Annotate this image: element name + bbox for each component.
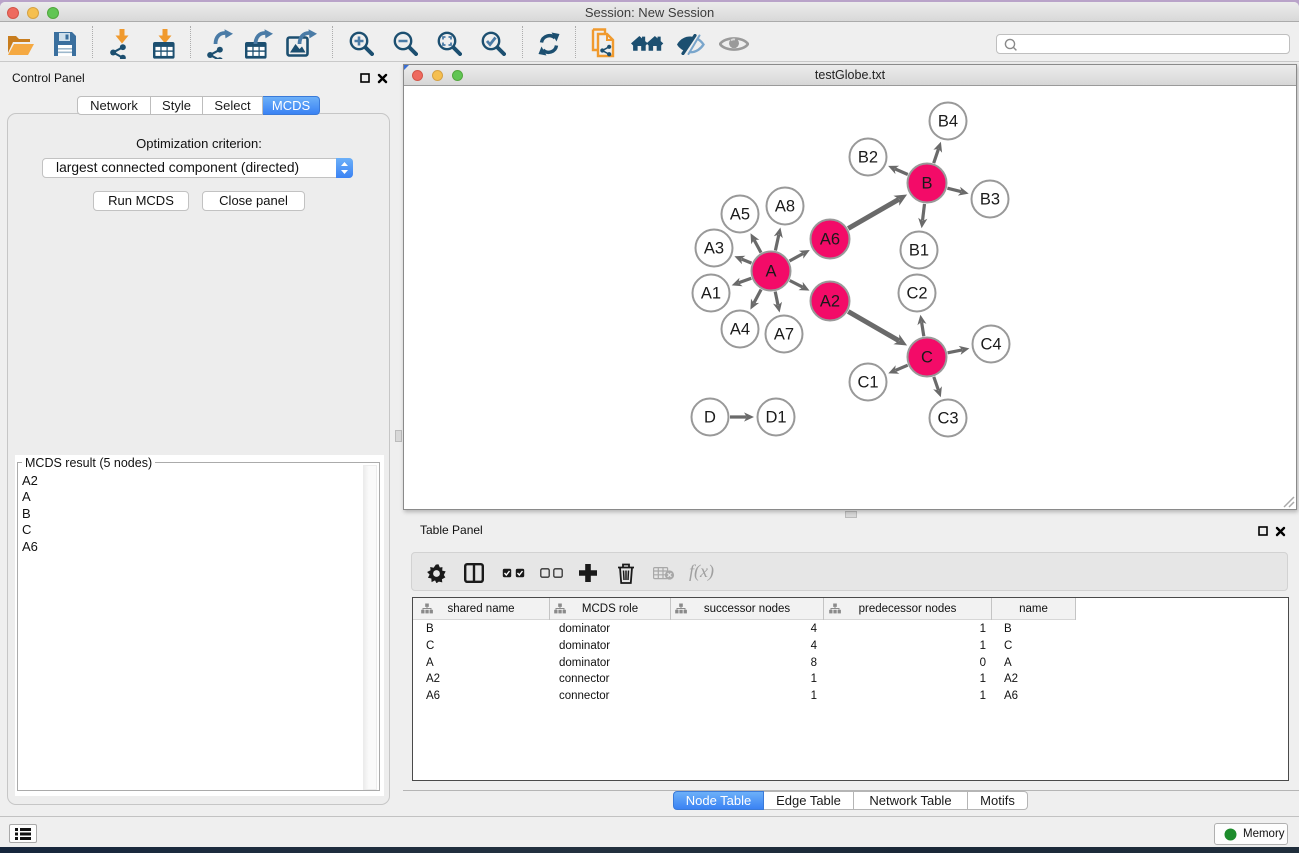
svg-text:A1: A1 [701,285,721,303]
svg-text:A8: A8 [775,198,795,216]
svg-text:A5: A5 [730,206,750,224]
svg-text:B: B [921,175,932,193]
svg-text:C: C [921,349,933,367]
svg-text:B3: B3 [980,191,1000,209]
svg-text:A2: A2 [820,293,840,311]
svg-text:C2: C2 [906,285,927,303]
svg-text:A6: A6 [820,231,840,249]
svg-text:B4: B4 [938,113,958,131]
svg-text:C1: C1 [857,374,878,392]
svg-text:D: D [704,409,716,427]
svg-text:C3: C3 [937,410,958,428]
svg-text:A: A [765,263,776,281]
svg-text:D1: D1 [765,409,786,427]
svg-text:C4: C4 [980,336,1001,354]
svg-text:B2: B2 [858,149,878,167]
svg-text:B1: B1 [909,242,929,260]
svg-text:A7: A7 [774,326,794,344]
svg-text:A3: A3 [704,240,724,258]
svg-text:A4: A4 [730,321,750,339]
